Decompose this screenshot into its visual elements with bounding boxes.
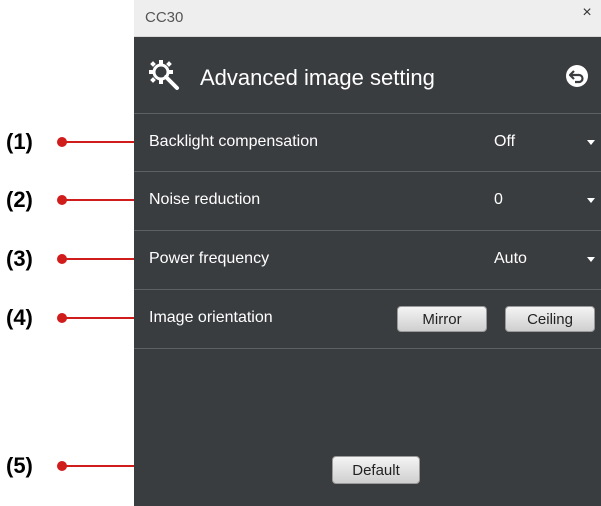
noise-reduction-select[interactable]: 0: [474, 172, 601, 230]
mirror-button[interactable]: Mirror: [397, 306, 487, 332]
gear-icon: [149, 60, 179, 90]
row-backlight-compensation: Backlight compensation Off: [134, 113, 601, 172]
page-title: Advanced image setting: [200, 65, 435, 90]
callout-label-1: (1): [6, 129, 33, 154]
backlight-compensation-value: Off: [494, 133, 516, 150]
noise-reduction-label: Noise reduction: [149, 191, 261, 208]
callout-line-3: [62, 258, 145, 260]
back-icon[interactable]: [565, 64, 589, 88]
callout-line-2: [62, 199, 145, 201]
chevron-down-icon: [587, 140, 595, 145]
window-title: CC30: [145, 9, 184, 26]
callout-line-1: [62, 141, 145, 143]
chevron-down-icon: [587, 257, 595, 262]
row-image-orientation: Image orientation Mirror Ceiling: [134, 289, 601, 349]
row-power-frequency: Power frequency Auto: [134, 230, 601, 289]
backlight-compensation-label: Backlight compensation: [149, 133, 318, 150]
close-icon[interactable]: ×: [579, 5, 595, 21]
row-noise-reduction: Noise reduction 0: [134, 171, 601, 230]
title-bar: CC30 ×: [134, 0, 601, 37]
noise-reduction-value: 0: [494, 191, 503, 208]
default-button[interactable]: Default: [332, 456, 420, 484]
callout-label-2: (2): [6, 187, 33, 212]
backlight-compensation-select[interactable]: Off: [474, 114, 601, 172]
callout-label-5: (5): [6, 453, 33, 478]
callout-label-4: (4): [6, 305, 33, 330]
settings-window: CC30 × Advanced image setting Backlight …: [134, 0, 601, 506]
power-frequency-value: Auto: [494, 250, 527, 267]
callout-label-3: (3): [6, 246, 33, 271]
chevron-down-icon: [587, 198, 595, 203]
callout-line-4: [62, 317, 145, 319]
power-frequency-select[interactable]: Auto: [474, 231, 601, 289]
panel-header: Advanced image setting: [134, 37, 601, 113]
ceiling-button[interactable]: Ceiling: [505, 306, 595, 332]
image-orientation-label: Image orientation: [149, 309, 273, 326]
power-frequency-label: Power frequency: [149, 250, 270, 267]
